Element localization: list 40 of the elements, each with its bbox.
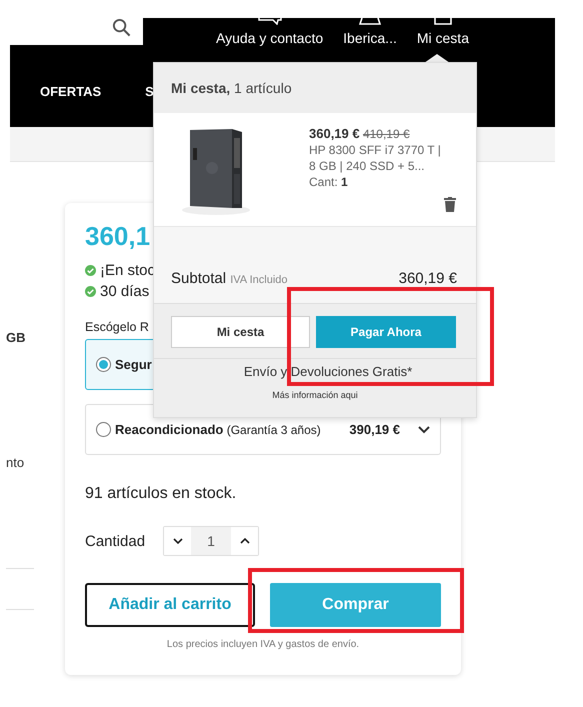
option-name: Reacondicionado (Garantía 3 años) [115, 422, 321, 437]
search-icon[interactable] [112, 18, 131, 37]
radio-button[interactable] [96, 422, 111, 437]
item-name: 8 GB | 240 SSD + 5... [309, 158, 426, 174]
text-fragment: nto [6, 455, 26, 470]
item-price: 360,19 € 410,19 € [309, 126, 411, 142]
cart-title: Mi cesta, 1 artículo [171, 80, 292, 96]
bag-icon [432, 18, 453, 25]
quantity-label: Cantidad [85, 532, 146, 550]
item-name: HP 8300 SFF i7 3770 T | [309, 142, 441, 158]
check-circle-icon [85, 265, 96, 276]
chevron-down-icon[interactable] [418, 426, 430, 434]
header-link[interactable]: Ayuda y contacto [206, 18, 334, 48]
text-fragment: GB [6, 330, 26, 345]
chat-bubble-icon [258, 18, 282, 25]
subtotal-amount: 360,19 € [398, 270, 457, 287]
header-link[interactable]: Iberica... [333, 18, 407, 48]
quantity-value: 1 [191, 527, 232, 555]
chevron-down-icon [172, 538, 183, 544]
trash-icon[interactable] [444, 197, 456, 212]
shipping-note: Envío y Devoluciones Gratis* [242, 364, 414, 379]
radio-button[interactable] [96, 357, 111, 372]
header-link[interactable]: Mi cesta [406, 18, 479, 48]
person-icon [359, 18, 381, 25]
option-price: 390,19 € [349, 422, 400, 437]
item-quantity: Cant: 1 [309, 174, 349, 190]
check-circle-icon [85, 286, 96, 297]
view-cart-button[interactable]: Mi cesta [171, 316, 310, 348]
product-price: 360,1 [85, 221, 152, 252]
price-footnote: Los precios incluyen IVA y gastos de envío. [166, 639, 360, 650]
nav-item[interactable]: OFERTAS [40, 84, 102, 99]
stock-note: 30 días [100, 283, 150, 300]
option-name: Segur [115, 357, 152, 372]
option-label: Escógelo R [85, 320, 149, 334]
subtotal-label: Subtotal IVA Incluido [171, 270, 288, 287]
quantity-stepper[interactable]: 1 [163, 526, 260, 556]
nav-item[interactable]: S [145, 84, 154, 99]
stock-count: 91 artículos en stock. [85, 485, 236, 503]
chevron-up-icon [240, 538, 250, 544]
more-info-link[interactable]: Más información aqui [154, 390, 476, 400]
